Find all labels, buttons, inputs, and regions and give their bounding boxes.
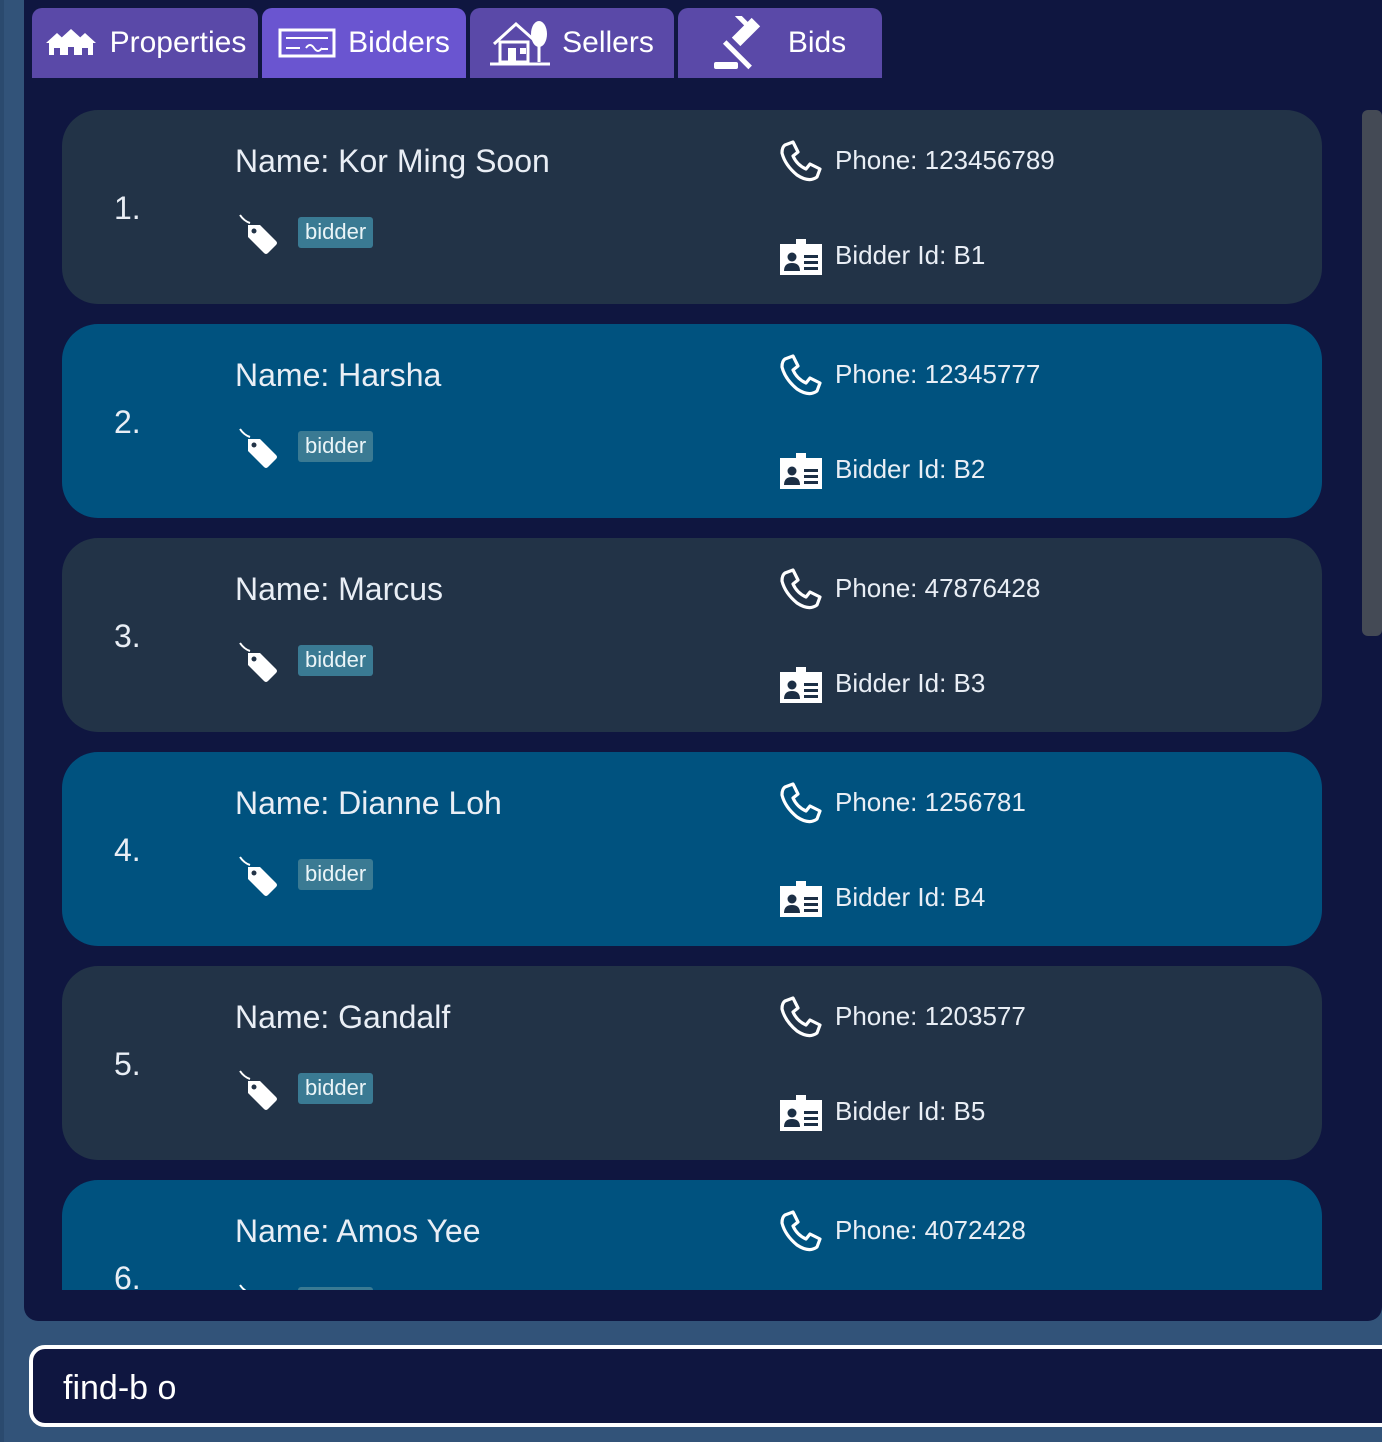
bidder-card[interactable]: 3. Name: Marcus bidder Phone: 47876428 B… <box>62 538 1322 732</box>
id-card-icon <box>779 238 823 281</box>
tag-badge: bidder <box>298 859 374 890</box>
tag-badge: bidder <box>298 1287 374 1290</box>
bidder-phone: Phone: 4072428 <box>835 1215 1026 1245</box>
tag-icon <box>238 855 280 902</box>
bidder-card[interactable]: 6. Name: Amos Yee bidder Phone: 4072428 <box>62 1180 1322 1290</box>
bidder-card[interactable]: 4. Name: Dianne Loh bidder Phone: 125678… <box>62 752 1322 946</box>
id-card-icon <box>779 666 823 709</box>
bidder-card[interactable]: 2. Name: Harsha bidder Phone: 12345777 B… <box>62 324 1322 518</box>
bidder-id: Bidder Id: B4 <box>835 882 986 912</box>
bidder-index: 1. <box>114 190 141 226</box>
tab-sellers-label: Sellers <box>562 26 654 59</box>
tag-icon <box>238 427 280 474</box>
tag-icon <box>238 641 280 688</box>
bidder-name: Name: Kor Ming Soon <box>235 143 550 179</box>
bidder-card[interactable]: 5. Name: Gandalf bidder Phone: 1203577 B… <box>62 966 1322 1160</box>
tag-icon <box>238 1069 280 1116</box>
command-box[interactable] <box>29 1345 1382 1427</box>
tag-badge: bidder <box>298 1073 374 1104</box>
bidder-index: 2. <box>114 404 141 440</box>
bidder-name: Name: Gandalf <box>235 999 451 1035</box>
id-card-icon <box>779 452 823 495</box>
phone-icon <box>779 567 823 616</box>
tag-badge: bidder <box>298 217 374 248</box>
bidder-id: Bidder Id: B3 <box>835 668 986 698</box>
scrollbar-thumb[interactable] <box>1362 110 1382 636</box>
main-panel: Properties Bidders Sellers Bids 1. Name:… <box>24 0 1382 1321</box>
bidder-name: Name: Amos Yee <box>235 1213 481 1249</box>
phone-icon <box>779 139 823 188</box>
bidder-index: 3. <box>114 618 141 654</box>
id-card-icon <box>779 1094 823 1137</box>
tab-bids-label: Bids <box>787 26 847 59</box>
tag-icon <box>238 1283 280 1290</box>
tab-properties[interactable]: Properties <box>32 8 258 78</box>
tab-sellers[interactable]: Sellers <box>470 8 674 78</box>
cheque-icon <box>278 28 336 58</box>
phone-icon <box>779 353 823 402</box>
bidder-id: Bidder Id: B2 <box>835 454 986 484</box>
phone-icon <box>779 995 823 1044</box>
command-input[interactable] <box>61 1363 1365 1413</box>
bidder-card[interactable]: 1. Name: Kor Ming Soon bidder Phone: 123… <box>62 110 1322 304</box>
bidder-id: Bidder Id: B5 <box>835 1096 986 1126</box>
bidder-phone: Phone: 47876428 <box>835 573 1041 603</box>
phone-icon <box>779 1209 823 1258</box>
bidder-id: Bidder Id: B1 <box>835 240 986 270</box>
tab-bar: Properties Bidders Sellers Bids <box>32 8 882 78</box>
houses-icon <box>44 27 98 59</box>
tab-bidders[interactable]: Bidders <box>262 8 466 78</box>
tab-bidders-label: Bidders <box>348 26 450 59</box>
id-card-icon <box>779 880 823 923</box>
gavel-icon <box>713 16 770 70</box>
tab-bids[interactable]: Bids <box>678 8 882 78</box>
bidder-phone: Phone: 1256781 <box>835 787 1026 817</box>
app-window: Properties Bidders Sellers Bids 1. Name:… <box>4 0 1382 1442</box>
bidder-list[interactable]: 1. Name: Kor Ming Soon bidder Phone: 123… <box>62 110 1324 1290</box>
tag-badge: bidder <box>298 431 374 462</box>
phone-icon <box>779 781 823 830</box>
bidder-phone: Phone: 123456789 <box>835 145 1055 175</box>
house-tree-icon <box>490 18 551 68</box>
bidder-index: 6. <box>114 1260 141 1290</box>
bidder-name: Name: Harsha <box>235 357 442 393</box>
bidder-phone: Phone: 12345777 <box>835 359 1041 389</box>
bidder-phone: Phone: 1203577 <box>835 1001 1026 1031</box>
bidder-index: 4. <box>114 832 141 868</box>
bidder-name: Name: Marcus <box>235 571 444 607</box>
bidder-index: 5. <box>114 1046 141 1082</box>
tag-icon <box>238 213 280 260</box>
bidder-name: Name: Dianne Loh <box>235 785 502 821</box>
tag-badge: bidder <box>298 645 374 676</box>
tab-properties-label: Properties <box>109 26 247 59</box>
